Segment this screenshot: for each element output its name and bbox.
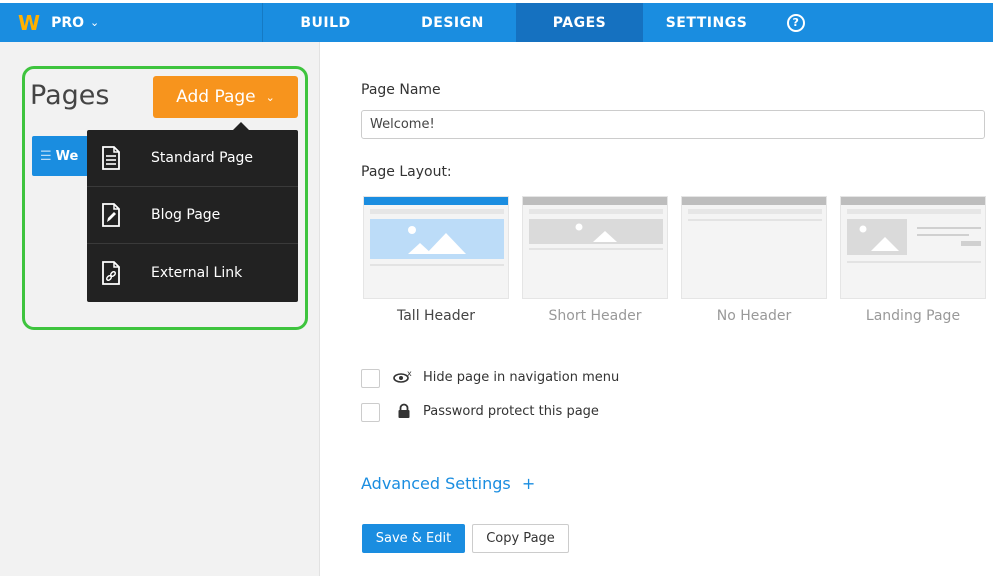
- plan-label: PRO: [51, 14, 85, 31]
- password-protect-checkbox[interactable]: [361, 403, 380, 422]
- menu-item-standard-page[interactable]: Standard Page: [87, 130, 298, 187]
- save-and-edit-button[interactable]: Save & Edit: [362, 524, 465, 553]
- chevron-down-icon: ⌄: [265, 90, 275, 104]
- sidebar-title: Pages: [30, 80, 110, 111]
- layout-name-tall-header: Tall Header: [396, 308, 476, 324]
- add-page-label: Add Page: [176, 87, 256, 107]
- layout-option-landing-page[interactable]: [840, 196, 986, 299]
- no-header-thumbnail: [688, 209, 822, 221]
- document-icon: [101, 146, 121, 170]
- drag-handle-icon: ☰: [40, 148, 52, 164]
- layout-name-no-header: No Header: [716, 308, 792, 324]
- menu-item-blog-page[interactable]: Blog Page: [87, 187, 298, 244]
- brand-plan-menu[interactable]: W PRO ⌄: [0, 3, 262, 42]
- hide-page-checkbox[interactable]: [361, 369, 380, 388]
- menu-item-label: Standard Page: [151, 150, 254, 166]
- top-navigation-bar: W PRO ⌄ BUILD DESIGN PAGES SETTINGS ?: [0, 0, 993, 42]
- layout-name-short-header: Short Header: [548, 308, 642, 324]
- help-button[interactable]: ?: [770, 3, 822, 42]
- page-name-input[interactable]: [361, 110, 985, 139]
- menu-item-label: Blog Page: [151, 207, 221, 223]
- password-protect-label: Password protect this page: [423, 404, 599, 419]
- page-name-label: Page Name: [361, 82, 441, 98]
- short-header-thumbnail: [529, 209, 663, 250]
- weebly-logo: W: [18, 10, 40, 35]
- chevron-down-icon: ⌄: [90, 16, 100, 29]
- tall-header-thumbnail: [370, 209, 504, 266]
- hide-page-label: Hide page in navigation menu: [423, 370, 620, 385]
- nav-tab-design[interactable]: DESIGN: [389, 3, 516, 42]
- plus-icon: +: [521, 474, 536, 493]
- blog-edit-icon: [101, 203, 121, 227]
- layout-option-no-header[interactable]: [681, 196, 827, 299]
- advanced-settings-link[interactable]: Advanced Settings +: [361, 474, 535, 493]
- copy-page-button[interactable]: Copy Page: [472, 524, 569, 553]
- nav-tab-settings[interactable]: SETTINGS: [643, 3, 770, 42]
- svg-text:x: x: [407, 369, 412, 378]
- hidden-eye-icon: x: [393, 369, 413, 389]
- lock-icon: [397, 403, 411, 423]
- help-icon: ?: [787, 13, 805, 32]
- nav-tab-pages[interactable]: PAGES: [516, 3, 643, 42]
- landing-page-thumbnail: [847, 209, 981, 263]
- nav-tab-build[interactable]: BUILD: [262, 3, 389, 42]
- page-list-item-label: We: [55, 148, 79, 164]
- menu-item-external-link[interactable]: External Link: [87, 244, 298, 301]
- layout-option-short-header[interactable]: [522, 196, 668, 299]
- layout-name-landing-page: Landing Page: [865, 308, 961, 324]
- page-layout-label: Page Layout:: [361, 164, 452, 180]
- menu-item-label: External Link: [151, 264, 243, 281]
- link-icon: [101, 260, 121, 285]
- layout-option-tall-header[interactable]: [363, 196, 509, 299]
- add-page-button[interactable]: Add Page ⌄: [153, 76, 298, 118]
- add-page-dropdown-menu: Standard Page Blog Page External Link: [87, 122, 298, 302]
- advanced-settings-label: Advanced Settings: [361, 474, 511, 493]
